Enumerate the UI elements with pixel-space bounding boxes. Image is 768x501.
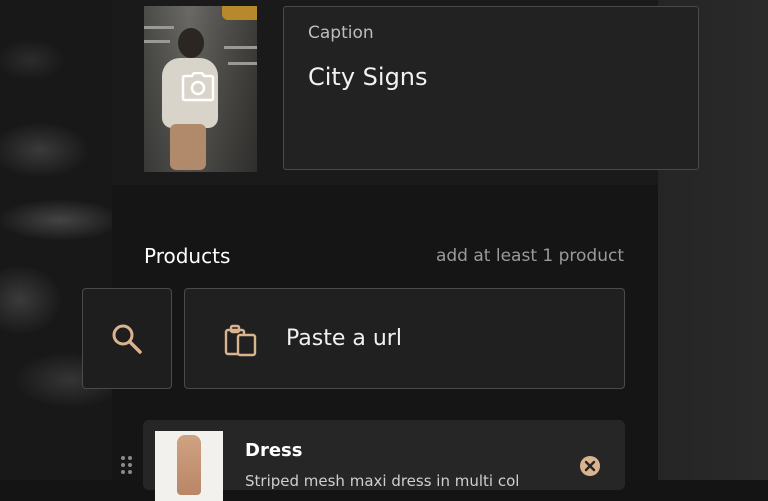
product-description: Striped mesh maxi dress in multi col — [245, 472, 520, 490]
background-left — [0, 0, 112, 480]
caption-label: Caption — [308, 23, 374, 43]
drag-handle-icon[interactable] — [120, 455, 134, 477]
products-hint: add at least 1 product — [435, 246, 624, 266]
clipboard-icon — [224, 324, 257, 357]
product-search-button[interactable] — [82, 288, 172, 389]
paste-url-label: Paste a url — [286, 326, 402, 351]
search-icon — [112, 324, 142, 354]
caption-value[interactable]: City Signs — [308, 63, 428, 91]
close-circle-icon[interactable] — [579, 455, 601, 477]
caption-field[interactable]: Caption City Signs — [283, 6, 699, 170]
camera-icon[interactable] — [181, 71, 215, 102]
product-image — [155, 431, 223, 501]
product-name: Dress — [245, 440, 303, 461]
paste-url-button[interactable]: Paste a url — [184, 288, 625, 389]
products-heading: Products — [144, 244, 231, 268]
